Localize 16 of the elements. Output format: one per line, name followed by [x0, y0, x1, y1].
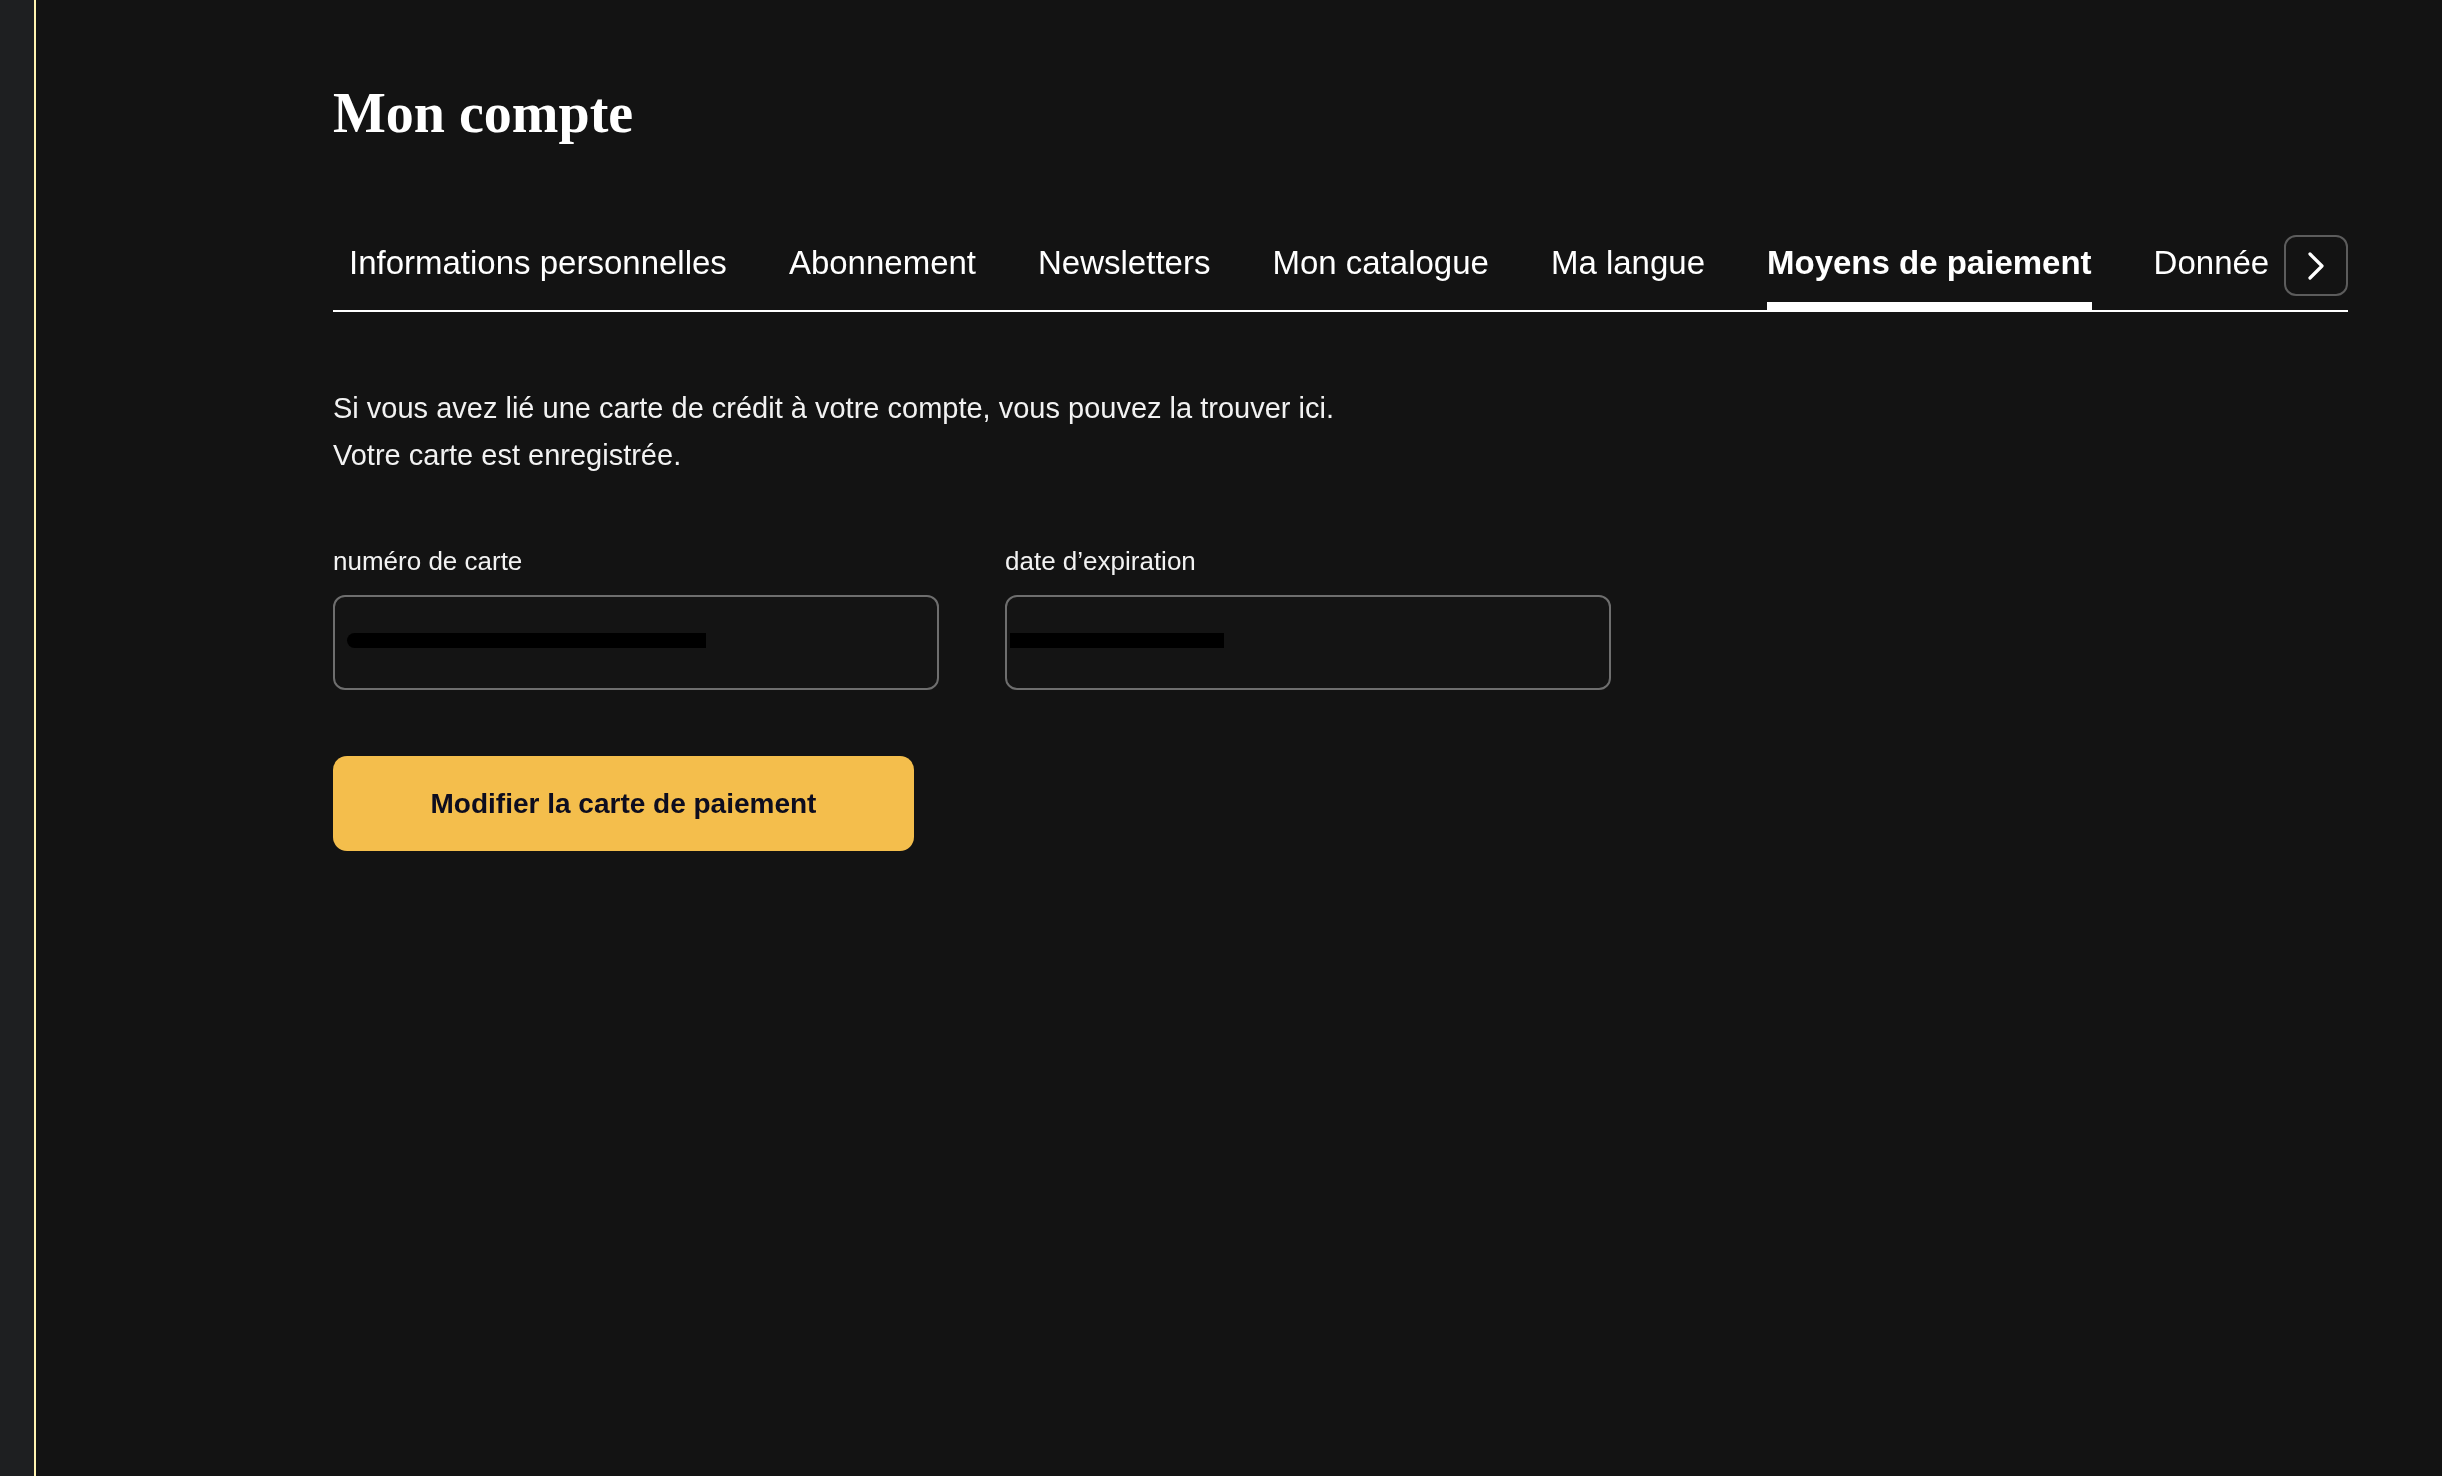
tab[interactable]: Abonnement: [788, 243, 976, 310]
chevron-right-icon: [2308, 251, 2324, 280]
description-text: Votre carte est enregistrée.: [333, 438, 683, 473]
tab[interactable]: Donnée: [2153, 243, 2270, 310]
tab[interactable]: Ma langue: [1550, 243, 1705, 310]
description-text: Si vous avez lié une carte de crédit à votre compte, vous pouvez la trouver ici.: [333, 391, 1334, 426]
tab[interactable]: Mon catalogue: [1272, 243, 1489, 310]
input-field[interactable]: [333, 595, 939, 690]
field-label: date d’expiration: [1005, 545, 1197, 577]
tab[interactable]: Newsletters: [1038, 243, 1211, 310]
scroll-right-button[interactable]: [2284, 235, 2348, 296]
field-label: numéro de carte: [333, 545, 524, 577]
input-field[interactable]: [1005, 595, 1611, 690]
tab[interactable]: Informations personnelles: [349, 243, 727, 310]
tab[interactable]: Moyens de paiement: [1767, 243, 2092, 310]
edit-card-button[interactable]: Modifier la carte de paiement: [333, 756, 914, 851]
